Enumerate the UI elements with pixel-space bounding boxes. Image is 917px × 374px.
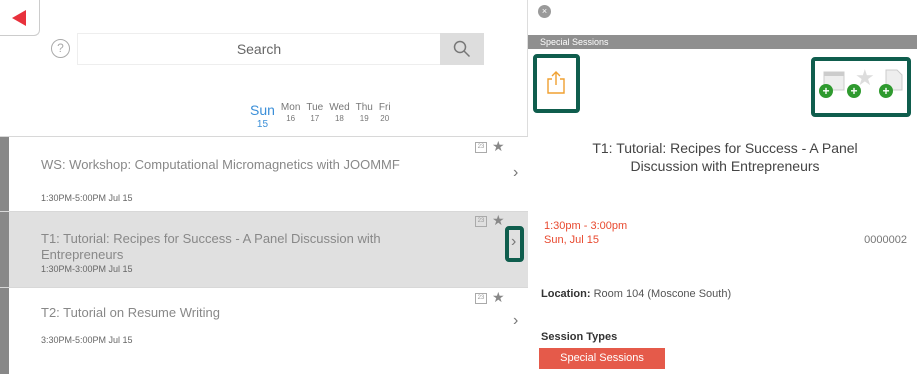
chevron-right-icon[interactable]: › bbox=[513, 312, 518, 330]
day-date: 19 bbox=[359, 114, 369, 123]
chevron-right-icon[interactable]: › bbox=[513, 164, 518, 182]
session-time-range: 1:30pm - 3:00pm Sun, Jul 15 bbox=[544, 219, 627, 247]
session-code: 0000002 bbox=[864, 234, 907, 246]
day-tab-tue[interactable]: Tue 17 bbox=[306, 102, 323, 130]
day-tab-mon[interactable]: Mon 16 bbox=[281, 102, 300, 130]
session-list-pane: ? Sun 15 Mon 16 Tue 17 Wed 18 Thu 19 bbox=[0, 0, 528, 374]
session-type-badge[interactable]: Special Sessions bbox=[539, 348, 665, 369]
share-button[interactable] bbox=[533, 54, 580, 113]
day-name: Mon bbox=[280, 102, 301, 113]
day-name: Fri bbox=[378, 102, 391, 113]
day-date: 15 bbox=[256, 119, 269, 130]
add-to-calendar-button[interactable]: + bbox=[819, 69, 845, 99]
search-field[interactable] bbox=[77, 33, 441, 65]
add-actions-group: + ★ + + bbox=[811, 57, 911, 117]
back-arrow-icon bbox=[12, 10, 26, 26]
day-date: 20 bbox=[380, 114, 390, 123]
session-time: 1:30pm - 3:00pm bbox=[544, 220, 628, 232]
session-time: 1:30PM-5:00PM Jul 15 bbox=[41, 193, 133, 203]
day-tab-fri[interactable]: Fri 20 bbox=[379, 102, 391, 130]
session-types-heading: Session Types bbox=[541, 331, 618, 343]
search-button[interactable] bbox=[440, 33, 484, 65]
session-title: WS: Workshop: Computational Micromagneti… bbox=[41, 157, 400, 172]
day-name: Thu bbox=[355, 102, 373, 113]
calendar-icon[interactable]: 23 bbox=[475, 142, 487, 153]
day-selector: Sun 15 Mon 16 Tue 17 Wed 18 Thu 19 Fri 2… bbox=[250, 102, 391, 130]
help-icon[interactable]: ? bbox=[51, 39, 70, 58]
session-item-selected[interactable]: T1: Tutorial: Recipes for Success - A Pa… bbox=[0, 211, 528, 287]
calendar-icon[interactable]: 23 bbox=[475, 216, 487, 227]
star-icon[interactable]: ★ bbox=[492, 138, 505, 155]
back-button[interactable] bbox=[0, 0, 40, 36]
share-icon bbox=[547, 71, 565, 94]
day-name: Wed bbox=[329, 102, 350, 113]
day-tab-thu[interactable]: Thu 19 bbox=[356, 102, 373, 130]
search-input[interactable] bbox=[78, 34, 440, 64]
day-tab-wed[interactable]: Wed 18 bbox=[329, 102, 349, 130]
session-type-strip bbox=[0, 288, 9, 374]
day-name: Sun bbox=[250, 102, 275, 118]
session-day: Sun, Jul 15 bbox=[544, 234, 600, 246]
star-icon[interactable]: ★ bbox=[492, 289, 505, 306]
day-name: Tue bbox=[306, 102, 324, 113]
session-item[interactable]: WS: Workshop: Computational Micromagneti… bbox=[0, 136, 528, 211]
calendar-icon[interactable]: 23 bbox=[475, 293, 487, 304]
plus-icon: + bbox=[819, 84, 833, 98]
location-value: Room 104 (Moscone South) bbox=[593, 288, 732, 300]
session-time: 3:30PM-5:00PM Jul 15 bbox=[41, 335, 133, 345]
session-title: T1: Tutorial: Recipes for Success - A Pa… bbox=[41, 231, 381, 262]
day-tab-sun[interactable]: Sun 15 bbox=[250, 102, 275, 130]
add-note-button[interactable]: + bbox=[879, 69, 905, 99]
session-detail-title: T1: Tutorial: Recipes for Success - A Pa… bbox=[592, 140, 858, 174]
session-time: 1:30PM-3:00PM Jul 15 bbox=[41, 264, 133, 274]
chevron-right-icon: › bbox=[511, 233, 517, 250]
day-date: 18 bbox=[334, 114, 344, 123]
plus-icon: + bbox=[847, 84, 861, 98]
star-icon[interactable]: ★ bbox=[492, 212, 505, 229]
day-date: 17 bbox=[310, 114, 320, 123]
location-label: Location: bbox=[541, 288, 591, 300]
search-icon bbox=[453, 40, 471, 58]
day-date: 16 bbox=[286, 114, 296, 123]
open-detail-button[interactable]: › bbox=[505, 226, 524, 262]
close-icon[interactable]: × bbox=[538, 5, 551, 18]
session-item[interactable]: T2: Tutorial on Resume Writing 3:30PM-5:… bbox=[0, 287, 528, 374]
session-type-strip bbox=[0, 212, 9, 287]
plus-icon: + bbox=[879, 84, 893, 98]
session-type-bar: Special Sessions bbox=[528, 35, 917, 49]
add-to-favorites-button[interactable]: ★ + bbox=[847, 65, 875, 99]
session-type-strip bbox=[0, 137, 9, 211]
session-location: Location: Room 104 (Moscone South) bbox=[541, 288, 731, 300]
session-detail-pane: × Special Sessions + ★ + + T1: Tutorial: bbox=[528, 0, 917, 374]
session-title: T2: Tutorial on Resume Writing bbox=[41, 305, 220, 320]
